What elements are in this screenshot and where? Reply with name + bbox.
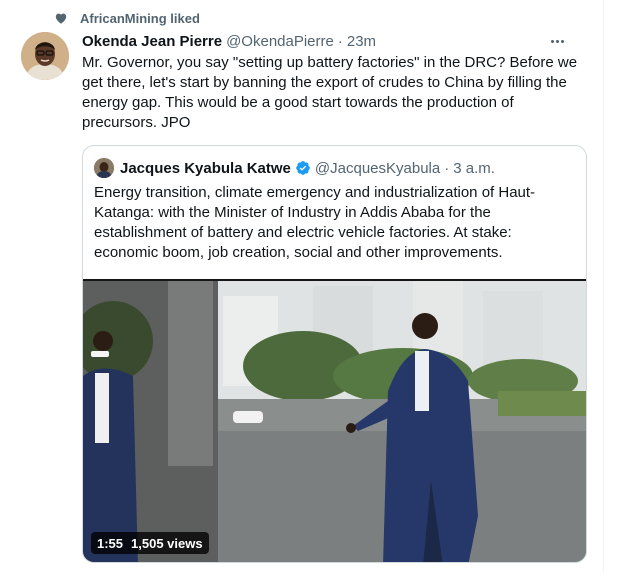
tweet-cell[interactable]: AfricanMining liked Okenda Jean Pierre @… xyxy=(0,0,604,573)
tweet-header: Okenda Jean Pierre @OkendaPierre · 23m xyxy=(82,31,376,51)
video-player[interactable]: 1:55 1,505 views xyxy=(83,279,586,562)
video-stats-badge: 1:55 1,505 views xyxy=(91,532,209,554)
quoted-tweet[interactable]: Jacques Kyabula Katwe @JacquesKyabula · … xyxy=(82,145,587,563)
quoted-avatar[interactable] xyxy=(94,158,114,178)
social-context: AfricanMining liked xyxy=(54,10,200,26)
social-context-text[interactable]: AfricanMining liked xyxy=(80,11,200,26)
author-name[interactable]: Okenda Jean Pierre xyxy=(82,33,222,50)
separator-dot: · xyxy=(337,32,343,50)
video-frame xyxy=(83,281,586,562)
quoted-tweet-header: Jacques Kyabula Katwe @JacquesKyabula · … xyxy=(94,158,495,178)
timestamp[interactable]: 23m xyxy=(347,33,376,50)
avatar[interactable] xyxy=(21,32,69,80)
verified-badge-icon xyxy=(296,161,310,175)
separator-dot: · xyxy=(444,159,450,177)
heart-icon xyxy=(55,13,67,24)
tweet-text: Mr. Governor, you say "setting up batter… xyxy=(82,54,578,131)
author-handle[interactable]: @OkendaPierre xyxy=(226,33,334,50)
video-views: 1,505 views xyxy=(131,535,203,551)
quoted-author-handle[interactable]: @JacquesKyabula xyxy=(315,160,440,177)
video-duration: 1:55 xyxy=(97,535,124,551)
more-options-icon[interactable] xyxy=(547,32,567,50)
quoted-author-name[interactable]: Jacques Kyabula Katwe xyxy=(120,160,291,177)
quoted-timestamp[interactable]: 3 a.m. xyxy=(453,160,495,177)
quoted-tweet-text: Energy transition, climate emergency and… xyxy=(94,184,536,261)
